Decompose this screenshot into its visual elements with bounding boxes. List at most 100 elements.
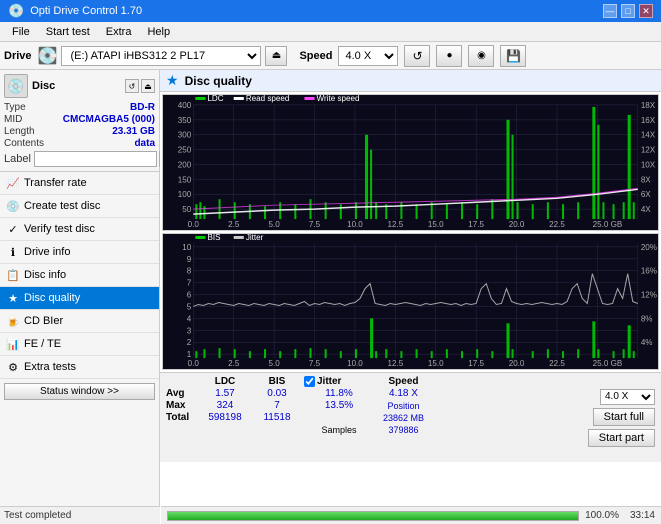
svg-text:4%: 4% [641,338,653,347]
menu-help[interactable]: Help [139,24,178,40]
svg-text:2.5: 2.5 [228,220,240,229]
drive-bar: Drive 💽 (E:) ATAPI iHBS312 2 PL17 ⏏ Spee… [0,42,661,70]
svg-text:0.0: 0.0 [188,359,200,368]
sidebar-item-disc-info[interactable]: 📋 Disc info [0,264,159,287]
disc-info-icon: 📋 [6,268,20,282]
contents-value: data [134,138,155,149]
progress-bar-fill [168,512,578,520]
svg-text:350: 350 [178,116,192,125]
sidebar-item-create-test-disc[interactable]: 💿 Create test disc [0,195,159,218]
svg-text:20.0: 20.0 [509,359,525,368]
app-icon: 💿 [8,3,24,19]
svg-text:5: 5 [187,303,192,312]
sidebar-item-extra-tests[interactable]: ⚙ Extra tests [0,356,159,379]
svg-text:15.0: 15.0 [428,359,444,368]
eject-button[interactable]: ⏏ [265,46,287,66]
length-label: Length [4,126,35,137]
maximize-button[interactable]: □ [621,4,635,18]
speed-header: Speed [376,376,431,387]
avg-jitter: 11.8% [304,388,374,399]
close-button[interactable]: ✕ [639,4,653,18]
avg-bis: 0.03 [252,388,302,399]
save-button[interactable]: 💾 [500,45,526,67]
svg-text:Write speed: Write speed [317,95,360,103]
disc-panel-title: Disc [32,80,55,92]
contents-label: Contents [4,138,44,149]
menu-start-test[interactable]: Start test [38,24,98,40]
samples-label: Samples [304,425,374,435]
sidebar-item-transfer-rate[interactable]: 📈 Transfer rate [0,172,159,195]
stats-table: LDC BIS Jitter Speed Avg 1.57 0.03 11.8%… [166,376,582,459]
drive-icon: 💽 [38,46,58,66]
transfer-rate-icon: 📈 [6,176,20,190]
svg-text:BIS: BIS [207,234,220,242]
sidebar-label-create-test-disc: Create test disc [24,200,100,212]
stats-bar: LDC BIS Jitter Speed Avg 1.57 0.03 11.8%… [160,372,661,462]
sidebar-item-disc-quality[interactable]: ★ Disc quality [0,287,159,310]
speed-select[interactable]: 4.0 X 8.0 X Max [338,46,398,66]
jitter-checkbox[interactable] [304,376,315,387]
svg-text:6: 6 [187,291,192,300]
sidebar-item-verify-test-disc[interactable]: ✓ Verify test disc [0,218,159,241]
disc-eject-btn[interactable]: ⏏ [141,79,155,93]
bis-chart: 10 9 8 7 6 5 4 3 2 1 20% 16% [162,233,659,370]
svg-text:10.0: 10.0 [347,220,363,229]
menu-extra[interactable]: Extra [98,24,140,40]
svg-text:100: 100 [178,190,192,199]
sidebar-label-transfer-rate: Transfer rate [24,177,87,189]
svg-text:20%: 20% [641,243,657,252]
length-value: 23.31 GB [112,126,155,137]
menu-file[interactable]: File [4,24,38,40]
max-position: 23862 MB [376,413,431,423]
svg-text:25.0 GB: 25.0 GB [593,220,623,229]
scan-button[interactable]: ● [436,45,462,67]
avg-ldc: 1.57 [200,388,250,399]
app-title: Opti Drive Control 1.70 [30,5,599,17]
max-jitter: 13.5% [304,400,374,411]
progress-bar [167,511,579,521]
svg-text:17.5: 17.5 [468,359,484,368]
progress-time: 33:14 [625,510,655,521]
svg-text:200: 200 [178,161,192,170]
svg-text:4X: 4X [641,205,652,214]
status-text: Test completed [4,510,71,521]
svg-text:400: 400 [178,101,192,110]
label-input[interactable] [34,151,157,167]
quality-speed-select[interactable]: 4.0 X 1.0 X 2.0 X 6.0 X 8.0 X [600,389,655,405]
svg-text:5.0: 5.0 [269,220,281,229]
menu-bar: File Start test Extra Help [0,22,661,42]
sidebar-label-disc-quality: Disc quality [24,292,80,304]
sidebar-label-verify-test-disc: Verify test disc [24,223,95,235]
start-part-button[interactable]: Start part [588,429,655,447]
sidebar-item-fe-te[interactable]: 📊 FE / TE [0,333,159,356]
ldc-chart-svg: 400 350 300 250 200 150 100 50 18X 16X 1… [163,95,658,230]
disc-icon: 💿 [4,74,28,98]
sidebar-item-drive-info[interactable]: ℹ Drive info [0,241,159,264]
svg-text:12.5: 12.5 [387,359,403,368]
ldc-chart: 400 350 300 250 200 150 100 50 18X 16X 1… [162,94,659,231]
verify-test-disc-icon: ✓ [6,222,20,236]
status-window-button[interactable]: Status window >> [4,383,155,400]
svg-text:6X: 6X [641,190,652,199]
svg-text:20.0: 20.0 [509,220,525,229]
drive-select[interactable]: (E:) ATAPI iHBS312 2 PL17 [61,46,261,66]
refresh-button[interactable]: ↺ [404,45,430,67]
start-full-button[interactable]: Start full [593,408,655,426]
svg-text:18X: 18X [641,101,656,110]
svg-text:1: 1 [187,350,192,359]
svg-text:250: 250 [178,146,192,155]
sidebar-label-extra-tests: Extra tests [24,361,76,373]
disc-refresh-btn[interactable]: ↺ [125,79,139,93]
mid-value: CMCMAGBA5 (000) [63,114,155,125]
scan2-button[interactable]: ◉ [468,45,494,67]
sidebar-item-cd-bier[interactable]: 🍺 CD BIer [0,310,159,333]
minimize-button[interactable]: — [603,4,617,18]
svg-text:25.0 GB: 25.0 GB [593,359,623,368]
main-area: 💿 Disc ↺ ⏏ Type BD-R MID CMCMAGBA5 (000)… [0,70,661,524]
label-key: Label [4,153,32,165]
svg-text:17.5: 17.5 [468,220,484,229]
extra-tests-icon: ⚙ [6,360,20,374]
sidebar-label-disc-info: Disc info [24,269,66,281]
svg-text:7: 7 [187,279,192,288]
nav-items: 📈 Transfer rate 💿 Create test disc ✓ Ver… [0,172,159,379]
